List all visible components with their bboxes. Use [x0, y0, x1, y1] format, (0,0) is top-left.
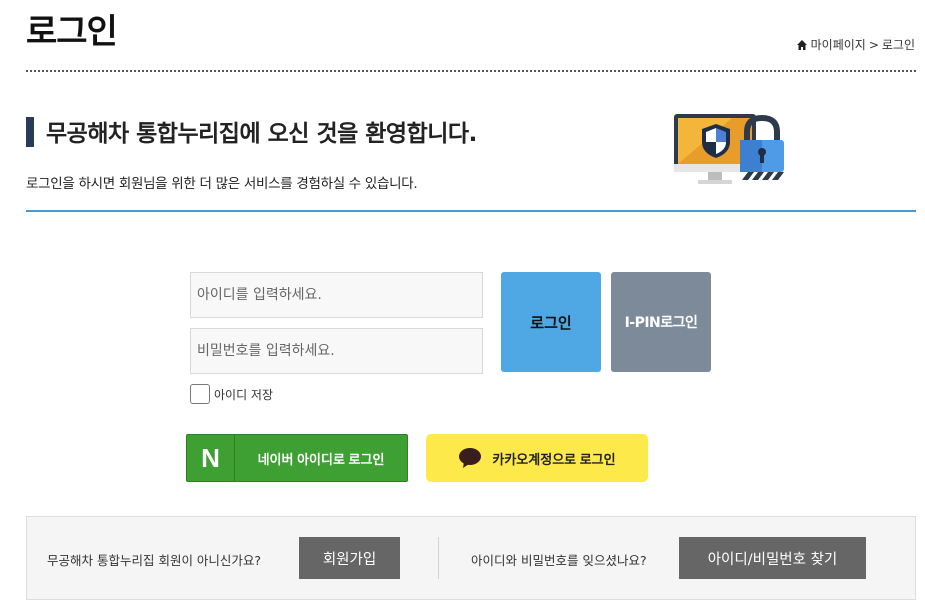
- header-divider: [26, 70, 916, 72]
- breadcrumb: 마이페이지 > 로그인: [796, 36, 915, 53]
- home-icon[interactable]: [796, 39, 808, 51]
- page-title: 로그인: [26, 12, 118, 52]
- find-id-password-button[interactable]: 아이디/비밀번호 찾기: [679, 537, 866, 579]
- footer-divider: [438, 537, 439, 579]
- login-button[interactable]: 로그인: [501, 272, 601, 372]
- naver-logo-icon: N: [187, 435, 235, 481]
- naver-login-button[interactable]: N 네이버 아이디로 로그인: [186, 434, 408, 482]
- section-divider: [26, 210, 916, 212]
- remember-id-label: 아이디 저장: [214, 387, 274, 402]
- welcome-title: 무공해차 통합누리집에 오신 것을 환영합니다.: [46, 121, 477, 147]
- remember-id[interactable]: 아이디 저장: [190, 384, 273, 404]
- ipin-login-button[interactable]: I-PIN로그인: [611, 272, 711, 372]
- breadcrumb-separator: >: [868, 37, 879, 52]
- join-button[interactable]: 회원가입: [299, 537, 400, 579]
- join-question: 무공해차 통합누리집 회원이 아니신가요?: [47, 553, 262, 568]
- title-accent-bar: [26, 117, 34, 147]
- welcome-description: 로그인을 하시면 회원님을 위한 더 많은 서비스를 경험하실 수 있습니다.: [26, 176, 418, 192]
- account-help-panel: 무공해차 통합누리집 회원이 아니신가요? 회원가입 아이디와 비밀번호를 잊으…: [26, 516, 916, 600]
- breadcrumb-item-login: 로그인: [881, 38, 915, 52]
- naver-login-label: 네이버 아이디로 로그인: [257, 451, 385, 467]
- kakao-login-label: 카카오계정으로 로그인: [492, 451, 616, 467]
- security-monitor-lock-icon: [674, 114, 784, 184]
- remember-id-checkbox[interactable]: [190, 384, 210, 404]
- user-id-input[interactable]: [190, 272, 483, 318]
- speech-bubble-icon: [459, 448, 482, 468]
- find-question: 아이디와 비밀번호를 잊으셨나요?: [471, 553, 647, 568]
- kakao-login-button[interactable]: 카카오계정으로 로그인: [426, 434, 648, 482]
- breadcrumb-item-mypage[interactable]: 마이페이지: [811, 36, 866, 53]
- password-input[interactable]: [190, 328, 483, 374]
